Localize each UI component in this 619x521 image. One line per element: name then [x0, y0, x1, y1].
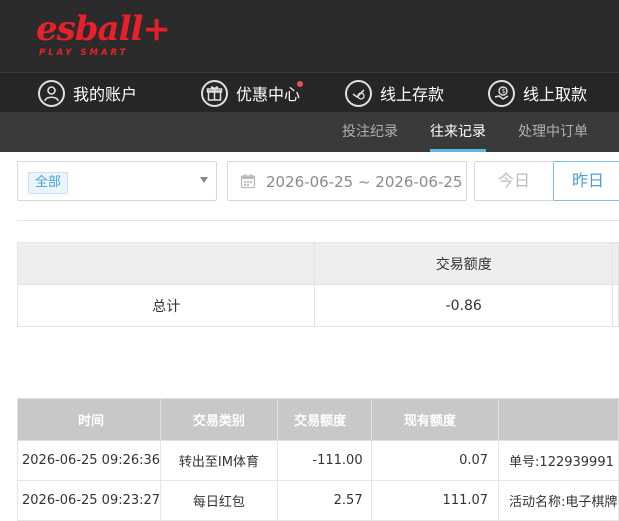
deposit-icon	[345, 79, 372, 107]
today-button[interactable]: 今日	[474, 161, 554, 201]
nav-label: 线上取款	[523, 85, 588, 104]
cell-memo: 单号:122939991	[498, 440, 619, 481]
nav-item-deposit[interactable]: 线上存款	[345, 73, 444, 113]
summary-extra-cell	[611, 284, 619, 327]
cell-time: 2026-06-25 09:23:27	[16, 480, 162, 521]
cell-balance: 0.07	[370, 440, 500, 481]
date-range-value: 2026-06-25 ~ 2026-06-25	[266, 173, 463, 191]
summary-total-value: -0.86	[314, 284, 613, 327]
tab-transaction-records[interactable]: 往来记录	[430, 112, 486, 152]
sub-nav: 投注纪录 往来记录 处理中订单	[0, 112, 619, 152]
cell-amount: -111.00	[276, 440, 372, 481]
tab-pending-orders[interactable]: 处理中订单	[518, 112, 588, 152]
svg-text:$: $	[502, 88, 506, 95]
chevron-down-icon	[200, 177, 208, 183]
logo-tagline: PLAY SMART	[39, 48, 129, 58]
date-range-picker[interactable]: 2026-06-25 ~ 2026-06-25	[227, 161, 467, 201]
column-header-type: 交易类别	[160, 398, 278, 441]
top-header: esball+ PLAY SMART	[0, 0, 619, 72]
main-nav: 我的账户 优惠中心 线上存款 $ 线上取款	[0, 72, 619, 112]
nav-item-my-account[interactable]: 我的账户	[38, 73, 137, 113]
nav-label: 优惠中心	[236, 85, 301, 104]
notification-dot	[297, 81, 304, 87]
nav-item-promotions[interactable]: 优惠中心	[201, 73, 304, 113]
withdraw-icon: $	[488, 79, 515, 107]
table-row: 2026-06-25 09:23:27 每日红包 2.57 111.07 活动名…	[16, 480, 619, 521]
cell-type: 每日红包	[160, 480, 278, 521]
tab-betting-records[interactable]: 投注纪录	[342, 112, 398, 152]
logo-text: esball+	[36, 9, 171, 49]
cell-balance: 111.07	[370, 480, 500, 521]
esball-logo[interactable]: esball+ PLAY SMART	[36, 9, 171, 58]
nav-item-withdraw[interactable]: $ 线上取款	[488, 73, 587, 113]
transaction-records-table: 时间 交易类别 交易额度 现有额度 2026-06-25 09:26:36 转出…	[16, 398, 619, 521]
summary-total-label: 总计	[16, 284, 316, 327]
cell-amount: 2.57	[276, 480, 372, 521]
column-header-amount: 交易额度	[276, 398, 372, 441]
column-header-time: 时间	[16, 398, 162, 441]
cell-time: 2026-06-25 09:26:36	[16, 440, 162, 481]
summary-table: 交易额度 总计 -0.86	[16, 242, 619, 327]
transaction-type-select[interactable]: 全部	[17, 161, 217, 201]
table-header-row: 时间 交易类别 交易额度 现有额度	[16, 398, 619, 441]
column-header-balance: 现有额度	[370, 398, 500, 441]
selected-type-tag[interactable]: 全部	[28, 172, 69, 194]
gift-icon	[201, 79, 228, 107]
section-divider	[17, 220, 619, 221]
calendar-icon	[240, 173, 256, 189]
summary-header-amount: 交易额度	[314, 242, 613, 285]
nav-label: 我的账户	[73, 85, 138, 104]
yesterday-button[interactable]: 昨日	[553, 161, 619, 201]
nav-label: 线上存款	[380, 85, 445, 104]
summary-header-extra	[611, 242, 619, 285]
user-icon	[38, 79, 65, 107]
cell-type: 转出至IM体育	[160, 440, 278, 481]
cell-memo: 活动名称:电子棋牌	[498, 480, 619, 521]
summary-header-empty	[16, 242, 316, 285]
table-row: 2026-06-25 09:26:36 转出至IM体育 -111.00 0.07…	[16, 440, 619, 481]
column-header-memo	[498, 398, 619, 441]
